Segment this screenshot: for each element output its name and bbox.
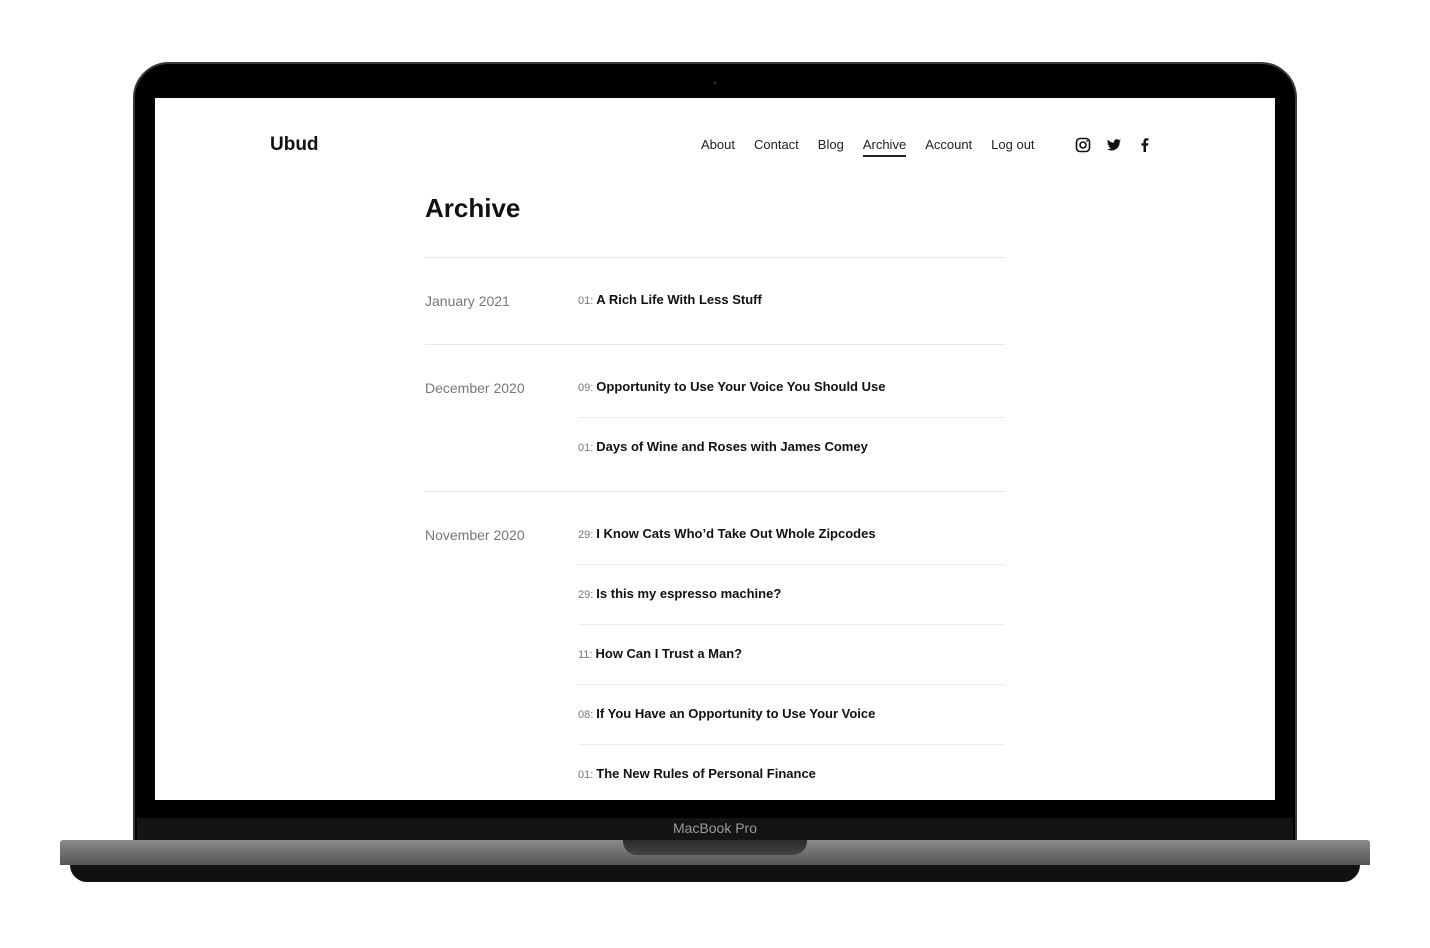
archive-list: January 2021 01: A Rich Life With Less Stu… <box>425 257 1005 800</box>
screen: Ubud About Contact Blog Archive Account Log o… <box>155 98 1275 800</box>
post-day: 29: <box>578 529 594 541</box>
post-item[interactable]: 29: I Know Cats Who’d Take Out Whole Zipc… <box>578 492 1005 564</box>
month-label: January 2021 <box>425 293 510 309</box>
post-day: 01: <box>578 295 594 307</box>
post-list: 01: A Rich Life With Less Stuff <box>578 258 1005 344</box>
post-item[interactable]: 08: If You Have an Opportunity to Use You… <box>578 684 1005 744</box>
post-day: 09: <box>578 382 594 394</box>
facebook-icon[interactable] <box>1137 137 1153 153</box>
archive-section: January 2021 01: A Rich Life With Less Stu… <box>425 257 1005 344</box>
post-item[interactable]: 11: How Can I Trust a Man? <box>578 624 1005 684</box>
post-title-link[interactable]: The New Rules of Personal Finance <box>596 766 816 781</box>
post-list: 29: I Know Cats Who’d Take Out Whole Zipc… <box>578 492 1005 800</box>
post-title-link[interactable]: Is this my espresso machine? <box>596 586 781 601</box>
post-list: 09: Opportunity to Use Your Voice You Sho… <box>578 345 1005 491</box>
post-title-link[interactable]: If You Have an Opportunity to Use Your V… <box>596 706 875 721</box>
post-title-link[interactable]: How Can I Trust a Man? <box>595 646 742 661</box>
laptop-foot <box>70 865 1360 882</box>
nav-log-out[interactable]: Log out <box>991 137 1034 157</box>
camera <box>713 81 717 85</box>
post-item[interactable]: 01: The New Rules of Personal Finance <box>578 744 1005 800</box>
post-item[interactable]: 01: Days of Wine and Roses with James Com… <box>578 417 1005 491</box>
nav-blog[interactable]: Blog <box>818 137 844 157</box>
post-day: 01: <box>578 769 594 781</box>
post-title-link[interactable]: A Rich Life With Less Stuff <box>596 292 762 307</box>
post-title-link[interactable]: I Know Cats Who’d Take Out Whole Zipcode… <box>596 526 875 541</box>
post-title-link[interactable]: Days of Wine and Roses with James Comey <box>596 439 868 454</box>
nav-account[interactable]: Account <box>925 137 972 157</box>
nav-archive[interactable]: Archive <box>862 137 907 157</box>
instagram-icon[interactable] <box>1075 137 1091 153</box>
archive-section: November 2020 29: I Know Cats Who’d Take O… <box>425 491 1005 800</box>
month-label: November 2020 <box>425 527 525 543</box>
post-item[interactable]: 29: Is this my espresso machine? <box>578 564 1005 624</box>
post-day: 29: <box>578 589 594 601</box>
main-nav: About Contact Blog Archive Account Log out <box>701 137 1035 157</box>
post-item[interactable]: 01: A Rich Life With Less Stuff <box>578 258 1005 344</box>
archive-section: December 2020 09: Opportunity to Use Your … <box>425 344 1005 491</box>
post-item[interactable]: 09: Opportunity to Use Your Voice You Sho… <box>578 345 1005 417</box>
site-logo[interactable]: Ubud <box>270 134 319 156</box>
laptop-notch <box>623 840 807 855</box>
nav-about[interactable]: About <box>701 137 735 157</box>
post-day: 11: <box>578 649 593 661</box>
social-links <box>1075 137 1153 153</box>
post-title-link[interactable]: Opportunity to Use Your Voice You Should… <box>596 379 885 394</box>
post-day: 01: <box>578 442 594 454</box>
month-label: December 2020 <box>425 380 525 396</box>
page-title: Archive <box>425 193 521 223</box>
post-day: 08: <box>578 709 594 721</box>
twitter-icon[interactable] <box>1106 137 1122 153</box>
device-label: MacBook Pro <box>672 820 758 836</box>
nav-contact[interactable]: Contact <box>754 137 799 157</box>
